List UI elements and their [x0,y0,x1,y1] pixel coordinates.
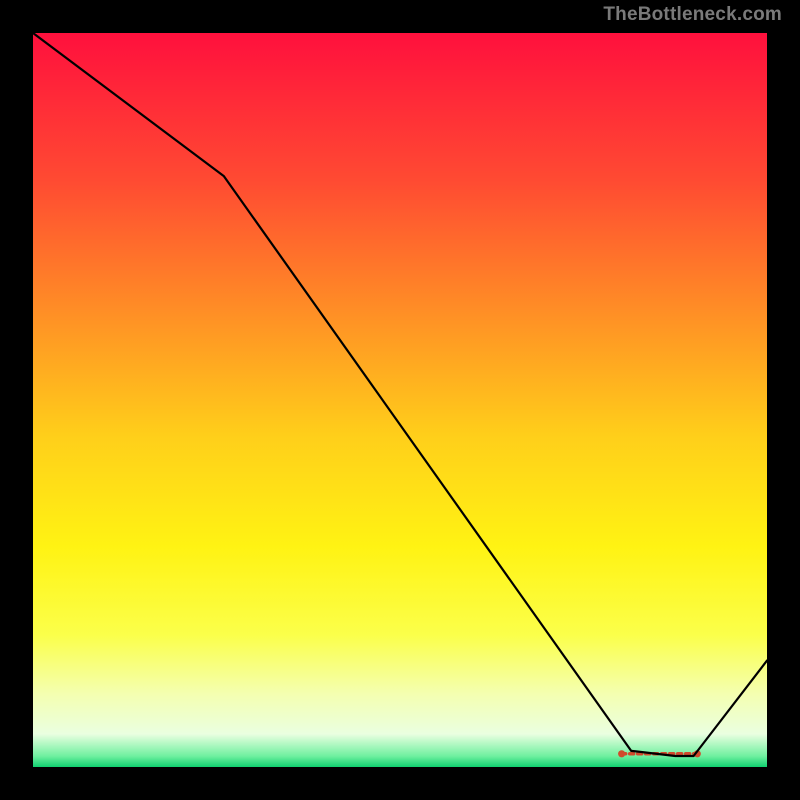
plot-panel [33,33,767,767]
plot-svg [33,33,767,767]
gradient-background [33,33,767,767]
attribution-text: TheBottleneck.com [603,4,782,26]
chart-frame: TheBottleneck.com [0,0,800,800]
